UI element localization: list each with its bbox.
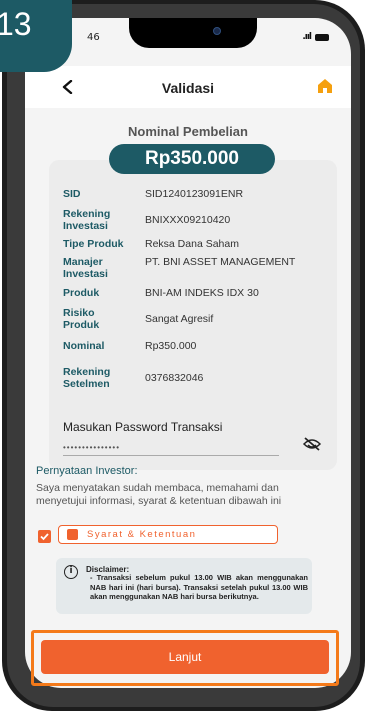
- detail-label: Rekening Setelmen: [63, 366, 111, 390]
- nominal-label: Nominal Pembelian: [128, 124, 248, 139]
- pernyataan-title: Pernyataan Investor:: [36, 465, 138, 477]
- notch: [129, 18, 257, 48]
- detail-label: Nominal: [63, 340, 105, 352]
- detail-label: Produk: [63, 287, 100, 299]
- pernyataan-text: Saya menyatakan sudah membaca, memahami …: [36, 482, 282, 507]
- status-time: 46: [87, 32, 100, 43]
- step-badge: 13: [0, 0, 72, 72]
- detail-value: Sangat Agresif: [145, 313, 214, 325]
- password-label: Masukan Password Transaksi: [63, 420, 223, 434]
- amount-pill: Rp350.000: [109, 144, 275, 174]
- detail-label: SID: [63, 188, 81, 200]
- detail-card: SID SID1240123091ENR Rekening Investasi …: [49, 160, 337, 470]
- info-icon: i: [64, 565, 78, 579]
- detail-value: PT. BNI ASSET MANAGEMENT: [145, 256, 296, 268]
- disclaimer-list: - Transaksi sebelum pukul 13.00 WIB akan…: [90, 573, 308, 602]
- detail-value: Rp350.000: [145, 340, 197, 352]
- home-icon[interactable]: [317, 78, 333, 94]
- signal-icon: .ııl: [302, 32, 312, 42]
- detail-value: SID1240123091ENR: [145, 188, 244, 200]
- detail-value: BNIXXX09210420: [145, 214, 231, 226]
- battery-icon: [315, 33, 329, 41]
- detail-label: Risiko Produk: [63, 307, 100, 331]
- disclaimer-item: - Transaksi sebelum pukul 13.00 WIB akan…: [90, 573, 308, 601]
- page-title: Validasi: [161, 80, 215, 96]
- password-input[interactable]: [63, 440, 279, 456]
- eye-off-icon[interactable]: [302, 436, 322, 452]
- detail-label: Rekening Investasi: [63, 208, 111, 232]
- detail-value: Reksa Dana Saham: [145, 238, 239, 250]
- detail-label: Manajer Investasi: [63, 256, 108, 280]
- detail-value: 0376832046: [145, 372, 204, 384]
- detail-value: BNI-AM INDEKS IDX 30: [145, 287, 259, 299]
- status-icons: .ııl: [302, 32, 329, 42]
- detail-label: Tipe Produk: [63, 238, 124, 250]
- app-header: Validasi: [25, 66, 351, 108]
- step-number: 13: [0, 6, 32, 42]
- disclaimer-box: i Disclaimer: - Transaksi sebelum pukul …: [56, 558, 312, 614]
- camera-icon: [213, 27, 221, 35]
- lanjut-button[interactable]: Lanjut: [41, 640, 329, 674]
- document-icon: [67, 529, 78, 540]
- terms-label: Syarat & Ketentuan: [87, 529, 197, 540]
- terms-button[interactable]: Syarat & Ketentuan: [58, 525, 278, 544]
- terms-checkbox[interactable]: [38, 530, 51, 543]
